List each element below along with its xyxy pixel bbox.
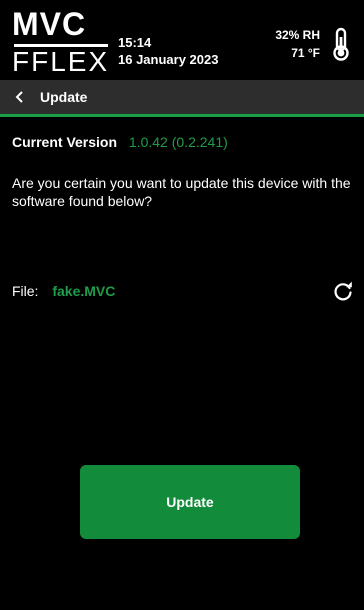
clock-date: 16 January 2023 [118, 52, 219, 67]
logo-top-text: MVC [12, 6, 87, 42]
nav-bar: Update [0, 80, 364, 117]
update-button[interactable]: Update [80, 465, 300, 539]
confirm-message: Are you certain you want to update this … [12, 175, 351, 209]
status-bar: MVC FFLEX 15:14 16 January 2023 32% RH 7… [0, 0, 364, 76]
file-row: File: fake.MVC [12, 282, 115, 300]
humidity-readout: 32% RH [275, 28, 320, 42]
thermometer-icon [333, 27, 349, 61]
file-name: fake.MVC [52, 283, 116, 299]
current-version-label: Current Version [12, 134, 118, 150]
logo-bottom-text: FFLEX [12, 46, 110, 77]
current-version-row: Current Version 1.0.42 (0.2.241) [12, 133, 228, 151]
current-version-value: 1.0.42 (0.2.241) [128, 134, 228, 150]
file-label: File: [12, 283, 39, 299]
back-button[interactable] [14, 90, 34, 104]
refresh-icon[interactable] [332, 280, 354, 302]
temperature-readout: 71 °F [291, 46, 320, 60]
page-title: Update [40, 89, 88, 105]
mvc-fflex-logo: MVC FFLEX [12, 8, 112, 76]
chevron-left-icon [15, 91, 23, 103]
clock-time: 15:14 [118, 35, 152, 50]
